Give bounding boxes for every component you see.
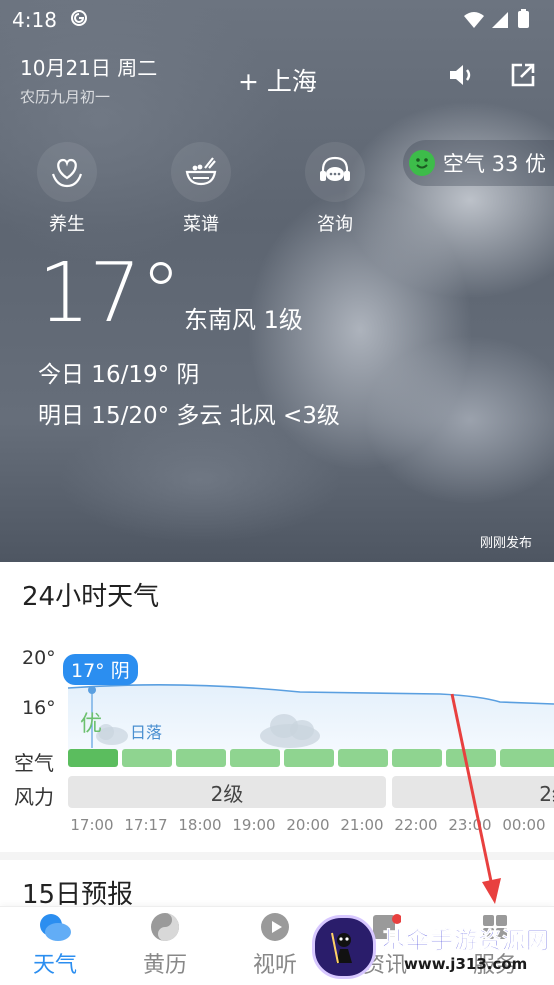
lunar-date-label: 农历九月初一	[20, 88, 111, 106]
current-hour-point	[88, 686, 96, 694]
current-temperature: 17°	[38, 246, 181, 341]
menu-recipes-label: 菜谱	[183, 214, 219, 235]
aq-cell	[338, 749, 388, 767]
time-tick: 21:00	[340, 816, 384, 834]
media-icon	[258, 911, 292, 943]
air-quality-pill[interactable]: 空气 33 优	[402, 140, 554, 186]
headset-chat-icon	[305, 142, 365, 202]
annotation-arrow	[450, 693, 501, 904]
current-wind: 东南风 1级	[184, 306, 303, 334]
heart-hands-icon	[37, 142, 97, 202]
published-label: 刚刚发布	[479, 536, 532, 551]
time-tick: 17:17	[124, 816, 168, 834]
time-tick: 19:00	[232, 816, 276, 834]
aq-cell	[176, 749, 226, 767]
watermark: 基伞手游资源网 www.j313.com	[312, 910, 554, 984]
status-time: 4:18	[12, 8, 57, 32]
add-city-icon: +	[238, 67, 259, 96]
time-tick: 17:00	[70, 816, 114, 834]
watermark-title: 基伞手游资源网	[382, 928, 550, 955]
tab-almanac[interactable]: 黄历	[110, 907, 220, 985]
hourly-title: 24小时天气	[22, 582, 160, 612]
aq-cell	[392, 749, 442, 767]
status-app-icon	[70, 9, 88, 31]
menu-consult-label: 咨询	[317, 214, 353, 235]
time-tick: 20:00	[286, 816, 330, 834]
date-label: 10月21日 周二	[20, 56, 158, 80]
current-hour-badge: 17° 阴	[63, 654, 138, 685]
wifi-icon	[464, 12, 484, 28]
menu-recipes[interactable]: 菜谱	[156, 142, 246, 236]
aq-cell	[122, 749, 172, 767]
aq-cell	[284, 749, 334, 767]
city-selector[interactable]: + 上海	[238, 62, 317, 98]
signal-icon	[492, 12, 508, 28]
battery-icon	[518, 9, 529, 28]
yin-yang-icon	[148, 911, 182, 943]
smile-icon	[408, 150, 435, 176]
watermark-url: www.j313.com	[404, 955, 528, 973]
tab-weather-label: 天气	[32, 953, 77, 978]
bowl-icon	[171, 142, 231, 202]
weather-icon	[38, 911, 72, 943]
tab-weather[interactable]: 天气	[0, 907, 110, 985]
status-indicators	[462, 8, 542, 34]
menu-health-label: 养生	[49, 214, 85, 235]
menu-health[interactable]: 养生	[22, 142, 112, 236]
city-name: 上海	[266, 67, 317, 96]
wind-segment: 2级	[68, 776, 386, 808]
aq-cell	[68, 749, 118, 767]
time-tick: 18:00	[178, 816, 222, 834]
speaker-icon[interactable]	[446, 60, 476, 94]
share-icon[interactable]	[508, 60, 538, 94]
aq-cell	[230, 749, 280, 767]
today-summary: 今日 16/19° 阴	[38, 362, 200, 388]
air-quality-marker: 优	[80, 712, 103, 737]
time-tick: 22:00	[394, 816, 438, 834]
sunset-label: 日落	[130, 723, 163, 742]
menu-consult[interactable]: 咨询	[290, 142, 380, 236]
tomorrow-summary: 明日 15/20° 多云 北风 <3级	[38, 403, 340, 429]
tab-almanac-label: 黄历	[142, 953, 187, 978]
wind-row-label: 风力	[14, 785, 54, 809]
weather-hero: 4:18 10月21日 周二 农历九月初一 + 上海 养生 菜谱 咨询 空气 3…	[0, 0, 554, 562]
air-row-label: 空气	[14, 751, 54, 775]
air-quality-label: 空气 33 优	[442, 152, 546, 176]
watermark-logo-icon	[312, 915, 376, 979]
